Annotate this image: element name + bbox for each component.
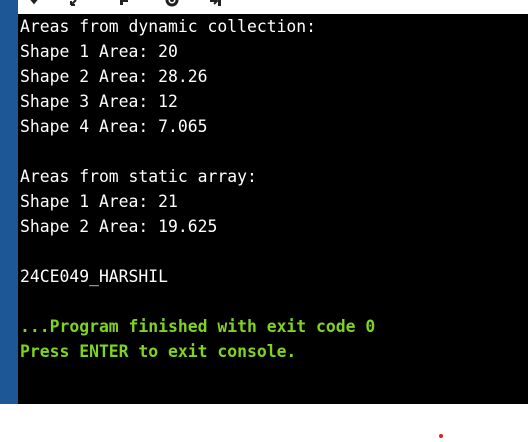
chevron-down-icon[interactable] [26,0,42,8]
exit-icon[interactable] [208,0,224,8]
exit-status-line: ...Program finished with exit code 0 [20,317,376,336]
fullscreen-icon[interactable] [68,0,84,8]
bottom-panel [0,404,528,442]
console-line: 24CE049_HARSHIL [20,267,169,286]
press-enter-prompt: Press ENTER to exit console. [20,342,297,361]
left-side-strip [0,0,18,404]
console-output[interactable]: Areas from dynamic collection: Shape 1 A… [18,14,528,404]
console-line: Areas from static array: [20,167,257,186]
console-line: Shape 2 Area: 19.625 [20,217,218,236]
console-line: Shape 3 Area: 12 [20,92,178,111]
console-line: Shape 2 Area: 28.26 [20,67,208,86]
console-line: Areas from dynamic collection: [20,17,317,36]
console-toolbar [18,0,528,14]
gear-icon[interactable] [164,0,180,8]
console-line: Shape 4 Area: 7.065 [20,117,208,136]
marker-dot [439,434,443,438]
settings-icon[interactable] [116,0,132,8]
console-line: Shape 1 Area: 21 [20,192,178,211]
console-line: Shape 1 Area: 20 [20,42,178,61]
